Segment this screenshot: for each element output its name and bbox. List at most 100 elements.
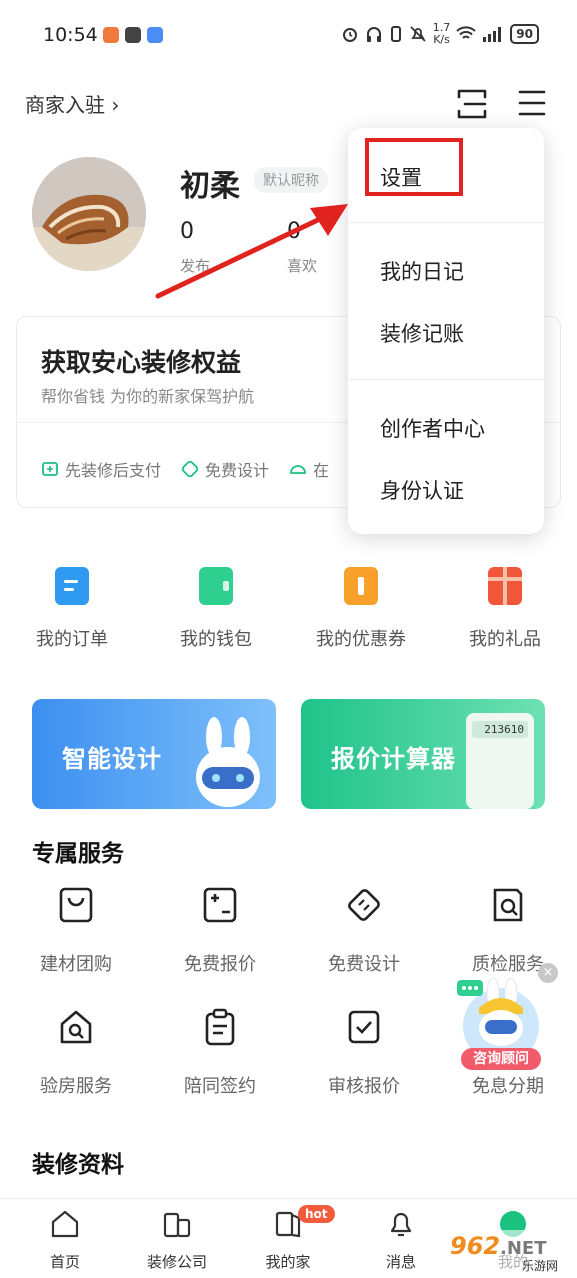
tab-label: 我的家 bbox=[265, 1253, 311, 1271]
status-bar: 10:54 1.7 K/s 90 bbox=[0, 0, 577, 70]
feature-free-design: 免费设计 bbox=[181, 457, 269, 481]
smart-design-banner[interactable]: 智能设计 bbox=[32, 699, 276, 809]
order-icon bbox=[55, 567, 89, 605]
svg-text:.NET: .NET bbox=[500, 1238, 547, 1259]
annotation-highlight-box bbox=[365, 138, 463, 196]
quick-item-orders[interactable]: 我的订单 bbox=[2, 567, 142, 651]
network-speed: 1.7 K/s bbox=[433, 22, 451, 46]
service-label: 验房服务 bbox=[40, 1076, 112, 1097]
feature-third: 在 bbox=[289, 457, 329, 481]
watermark-logo: 962 .NET 乐游网 bbox=[446, 1230, 574, 1273]
menu-divider bbox=[348, 222, 544, 223]
service-label: 陪同签约 bbox=[184, 1076, 256, 1097]
inspect-icon bbox=[493, 888, 523, 922]
quick-item-wallet[interactable]: 我的钱包 bbox=[146, 567, 286, 651]
app-notification-icon bbox=[103, 27, 119, 43]
mail-notification-icon bbox=[147, 27, 163, 43]
quick-item-gifts[interactable]: 我的礼品 bbox=[435, 567, 575, 651]
status-time: 10:54 bbox=[43, 24, 98, 46]
clipboard-icon bbox=[205, 1008, 235, 1046]
quick-label-wallet: 我的钱包 bbox=[180, 629, 252, 650]
service-label: 免费报价 bbox=[184, 954, 256, 975]
battery-indicator: 90 bbox=[510, 24, 539, 44]
bell-icon bbox=[390, 1212, 412, 1237]
alarm-icon bbox=[342, 28, 357, 42]
service-label: 建材团购 bbox=[40, 954, 112, 975]
service-house-inspection[interactable]: 验房服务 bbox=[6, 1008, 146, 1098]
status-app-icons bbox=[103, 27, 163, 43]
avatar-shell-image bbox=[32, 157, 146, 271]
tab-label: 消息 bbox=[385, 1253, 416, 1271]
tab-messages[interactable]: 消息 bbox=[356, 1209, 446, 1272]
menu-item-my-diary[interactable]: 我的日记 bbox=[380, 256, 464, 286]
quick-actions: 我的订单 我的钱包 我的优惠券 我的礼品 bbox=[0, 567, 577, 657]
exclusive-services-title: 专属服务 bbox=[32, 841, 124, 867]
home-icon bbox=[51, 1210, 79, 1238]
menu-divider bbox=[348, 379, 544, 380]
upload-notification-icon bbox=[125, 27, 141, 43]
pay-later-icon bbox=[42, 462, 58, 476]
service-free-design[interactable]: 免费设计 bbox=[294, 886, 434, 976]
house-search-icon bbox=[60, 1010, 92, 1044]
scan-icon bbox=[457, 89, 487, 119]
check-doc-icon bbox=[348, 1010, 380, 1044]
scan-button[interactable] bbox=[456, 89, 488, 119]
menu-item-identity-verification[interactable]: 身份认证 bbox=[380, 475, 464, 505]
wifi-icon bbox=[456, 26, 476, 39]
service-accompany-signing[interactable]: 陪同签约 bbox=[150, 1008, 290, 1098]
service-label: 审核报价 bbox=[328, 1076, 400, 1097]
robot-bunny-icon bbox=[196, 717, 260, 807]
smart-design-label: 智能设计 bbox=[62, 745, 162, 773]
calculator-outline-icon bbox=[203, 887, 237, 923]
bag-icon bbox=[59, 887, 93, 923]
benefit-title: 获取安心装修权益 bbox=[41, 348, 242, 377]
benefit-features: 先装修后支付 免费设计 在 bbox=[41, 457, 329, 481]
headphones-icon bbox=[366, 27, 381, 42]
service-review-quote[interactable]: 审核报价 bbox=[294, 1008, 434, 1098]
speed-unit: K/s bbox=[433, 33, 450, 46]
annotation-arrow-icon bbox=[155, 204, 348, 299]
service-label: 免费设计 bbox=[328, 954, 400, 975]
wallet-icon bbox=[199, 567, 233, 605]
merchant-join-link[interactable]: 商家入驻 › bbox=[25, 89, 119, 118]
free-design-icon bbox=[181, 460, 199, 478]
quote-calculator-label: 报价计算器 bbox=[331, 745, 456, 773]
feature-third-label: 在 bbox=[313, 461, 330, 480]
quick-label-gifts: 我的礼品 bbox=[469, 629, 541, 650]
quick-item-coupons[interactable]: 我的优惠券 bbox=[291, 567, 431, 651]
service-free-quote[interactable]: 免费报价 bbox=[150, 886, 290, 976]
feature-pay-later: 先装修后支付 bbox=[41, 457, 161, 481]
service-label: 免息分期 bbox=[472, 1076, 544, 1097]
service-inspection[interactable]: 质检服务 bbox=[438, 886, 577, 976]
consult-advisor-widget[interactable]: 咨询顾问 bbox=[455, 972, 547, 1072]
menu-item-creator-center[interactable]: 创作者中心 bbox=[380, 413, 485, 443]
menu-button[interactable] bbox=[517, 89, 549, 119]
quote-calculator-banner[interactable]: 报价计算器 213610 bbox=[301, 699, 545, 809]
svg-text:乐游网: 乐游网 bbox=[522, 1259, 558, 1273]
signal-icon bbox=[483, 27, 502, 42]
company-icon bbox=[163, 1212, 191, 1238]
service-group-buy[interactable]: 建材团购 bbox=[6, 886, 146, 976]
hamburger-menu-icon bbox=[518, 90, 546, 116]
menu-item-expense-tracker[interactable]: 装修记账 bbox=[380, 318, 464, 348]
benefit-subtitle: 帮你省钱 为你的新家保驾护航 bbox=[41, 387, 255, 406]
close-icon[interactable]: × bbox=[538, 963, 558, 983]
ruler-icon bbox=[348, 889, 380, 921]
calculator-icon: 213610 bbox=[466, 713, 534, 809]
tab-home[interactable]: 首页 bbox=[20, 1209, 110, 1272]
decoration-info-title: 装修资料 bbox=[32, 1152, 124, 1178]
calculator-display: 213610 bbox=[472, 721, 528, 738]
tab-label: 装修公司 bbox=[146, 1253, 207, 1271]
tab-company[interactable]: 装修公司 bbox=[132, 1209, 222, 1272]
feature-free-design-label: 免费设计 bbox=[205, 461, 270, 480]
tab-label: 首页 bbox=[49, 1253, 80, 1271]
hot-badge: hot bbox=[298, 1205, 335, 1223]
avatar[interactable] bbox=[32, 157, 146, 271]
quick-label-coupons: 我的优惠券 bbox=[316, 629, 406, 650]
gift-icon bbox=[488, 567, 522, 605]
status-indicators: 1.7 K/s 90 bbox=[341, 22, 539, 46]
consult-advisor-label: 咨询顾问 bbox=[461, 1048, 541, 1070]
feature-pay-later-label: 先装修后支付 bbox=[65, 461, 162, 480]
umbrella-icon bbox=[290, 465, 306, 474]
top-bar: 商家入驻 › bbox=[0, 85, 577, 125]
